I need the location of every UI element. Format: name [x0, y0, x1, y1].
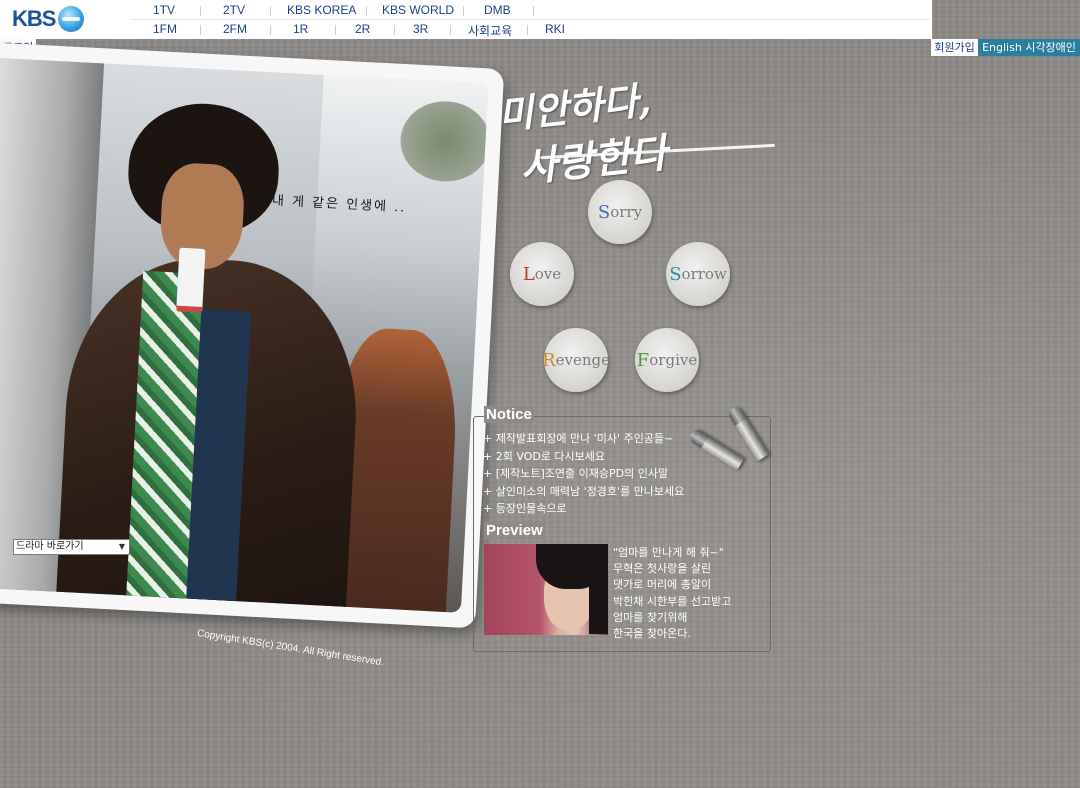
- nav-kbs-world[interactable]: KBS WORLD: [382, 3, 454, 17]
- drink-cup: [176, 247, 206, 313]
- kbs-logo-icon: [58, 6, 85, 32]
- nav-divider: [366, 6, 367, 16]
- menu-love-label: ove: [534, 265, 562, 283]
- nav-divider: [527, 25, 528, 35]
- chevron-down-icon: ▼: [118, 542, 126, 551]
- preview-line: 엄마를 찾기위해: [613, 610, 688, 624]
- notice-item[interactable]: + 등장인물속으로: [483, 500, 684, 518]
- menu-sorry-button[interactable]: Sorry: [588, 180, 652, 244]
- preview-line: 댓가로 머리에 총알이: [613, 578, 712, 592]
- nav-2fm[interactable]: 2FM: [223, 22, 247, 36]
- notice-item[interactable]: + 살인미소의 매력남 '정경호'를 만나보세요: [483, 483, 684, 501]
- nav-divider: [270, 25, 271, 35]
- nav-divider: [200, 25, 201, 35]
- menu-sorry-initial: S: [597, 201, 611, 223]
- english-accessibility-button[interactable]: English 시각장애인: [978, 39, 1080, 56]
- preview-line: 박힌채 시한부를 선고받고: [613, 594, 732, 608]
- menu-sorrow-button[interactable]: Sorrow: [666, 242, 730, 306]
- nav-social-education[interactable]: 사회교육: [468, 22, 512, 39]
- preview-line: 한국을 찾아온다.: [613, 626, 691, 640]
- nav-dmb[interactable]: DMB: [484, 3, 511, 17]
- channel-nav-row-radio: 1FM 2FM 1R 2R 3R 사회교육 RKI: [130, 20, 930, 39]
- nav-1r[interactable]: 1R: [293, 22, 308, 36]
- menu-forgive-label: orgive: [649, 351, 698, 369]
- preview-hair: [589, 554, 608, 634]
- notice-list: + 제작발표회장에 만나 '미사' 주인공들~ + 2회 VOD로 다시보세요 …: [483, 430, 684, 518]
- nav-3r[interactable]: 3R: [413, 22, 428, 36]
- nav-1fm[interactable]: 1FM: [153, 22, 177, 36]
- preview-synopsis: "엄마를 만나게 해 줘~" 무혁은 첫사랑을 살린 댓가로 머리에 총알이 박…: [613, 545, 731, 642]
- menu-forgive-initial: F: [636, 349, 650, 371]
- menu-sorrow-initial: S: [669, 263, 682, 285]
- preview-line: "엄마를 만나게 해 줘~": [613, 546, 724, 559]
- menu-revenge-button[interactable]: Revenge: [542, 328, 610, 392]
- nav-divider: [200, 6, 201, 16]
- nav-divider: [394, 25, 395, 35]
- nav-2r[interactable]: 2R: [355, 22, 370, 36]
- preview-heading: Preview: [484, 522, 545, 539]
- menu-forgive-button[interactable]: Forgive: [635, 328, 699, 392]
- drama-select-value: 드라마 바로가기: [16, 541, 84, 552]
- nav-divider: [450, 25, 451, 35]
- drama-title: 미안하다, 사랑한다: [496, 77, 669, 192]
- preview-line: 무혁은 첫사랑을 살린: [613, 562, 712, 576]
- channel-nav-row-tv: 1TV 2TV KBS KOREA KBS WORLD DMB: [130, 1, 930, 20]
- copyright-text: Copyright KBS(c) 2004. All Right reserve…: [196, 628, 385, 669]
- nav-divider: [533, 6, 534, 16]
- notice-heading: Notice: [484, 406, 534, 423]
- nav-2tv[interactable]: 2TV: [223, 3, 245, 17]
- nav-rki[interactable]: RKI: [545, 22, 565, 36]
- menu-love-button[interactable]: Love: [510, 242, 574, 306]
- menu-sorry-label: orry: [610, 203, 643, 221]
- notice-item[interactable]: + [제작노트]조연출 이재승PD의 인사말: [483, 465, 684, 483]
- nav-1tv[interactable]: 1TV: [153, 3, 175, 17]
- join-button[interactable]: 회원가입: [931, 39, 978, 56]
- nav-divider: [270, 6, 271, 16]
- preview-thumbnail[interactable]: [484, 544, 608, 635]
- menu-revenge-label: evenge: [555, 351, 610, 369]
- menu-sorrow-label: orrow: [681, 265, 727, 283]
- menu-love-initial: L: [522, 263, 535, 285]
- top-navigation-bar: KBS 1TV 2TV KBS KOREA KBS WORLD DMB 1FM …: [0, 0, 932, 39]
- notice-item[interactable]: + 2회 VOD로 다시보세요: [483, 448, 684, 466]
- nav-kbs-korea[interactable]: KBS KOREA: [287, 3, 356, 17]
- kbs-logo-text: KBS: [12, 6, 56, 31]
- main-promo-photo: [0, 57, 489, 613]
- kbs-logo[interactable]: KBS: [12, 6, 85, 32]
- notice-item[interactable]: + 제작발표회장에 만나 '미사' 주인공들~: [483, 430, 684, 448]
- nav-divider: [463, 6, 464, 16]
- nav-divider: [335, 25, 336, 35]
- menu-revenge-initial: R: [542, 349, 556, 371]
- drama-shortcut-select[interactable]: 드라마 바로가기 ▼: [13, 539, 130, 555]
